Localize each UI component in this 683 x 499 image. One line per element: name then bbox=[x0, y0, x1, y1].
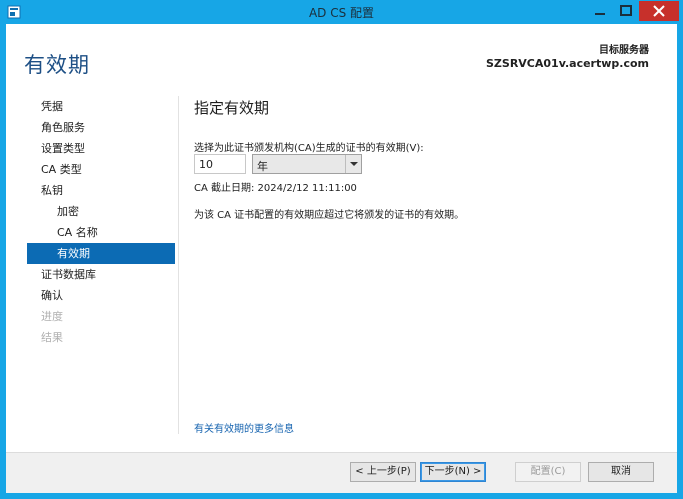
more-info-link[interactable]: 有关有效期的更多信息 bbox=[194, 420, 294, 435]
nav-item-validity-period[interactable]: 有效期 bbox=[27, 243, 175, 264]
window-title: AD CS 配置 bbox=[308, 6, 375, 20]
nav-item-cryptography[interactable]: 加密 bbox=[27, 201, 175, 222]
nav-item-private-key[interactable]: 私钥 bbox=[27, 180, 175, 201]
nav-item-results: 结果 bbox=[41, 331, 63, 344]
cancel-button[interactable]: 取消 bbox=[588, 462, 654, 482]
validity-note: 为该 CA 证书配置的有效期应超过它将颁发的证书的有效期。 bbox=[194, 210, 465, 221]
nav-item-credentials[interactable]: 凭据 bbox=[27, 96, 175, 117]
minimize-button[interactable] bbox=[587, 1, 613, 21]
chevron-down-icon[interactable] bbox=[345, 155, 361, 173]
validity-period-input[interactable] bbox=[194, 154, 246, 174]
maximize-icon bbox=[620, 5, 632, 16]
minimize-icon bbox=[595, 13, 605, 15]
maximize-button[interactable] bbox=[613, 1, 639, 21]
window-frame: AD CS 配置 有效期 目标服务器 SZSRVCA01v.acertwp.co… bbox=[0, 0, 683, 499]
nav-item-ca-name[interactable]: CA 名称 bbox=[27, 222, 175, 243]
validity-unit-select[interactable]: 年 bbox=[252, 154, 362, 174]
ca-expiration-date: CA 截止日期: 2024/2/12 11:11:00 bbox=[194, 183, 357, 194]
nav-item-certificate-database[interactable]: 证书数据库 bbox=[27, 264, 175, 285]
target-server-value: SZSRVCA01v.acertwp.com bbox=[486, 57, 649, 70]
button-bar: < 上一步(P) 下一步(N) > 配置(C) 取消 bbox=[6, 452, 677, 493]
previous-button[interactable]: < 上一步(P) bbox=[350, 462, 416, 482]
dialog-content: 有效期 目标服务器 SZSRVCA01v.acertwp.com 凭据 角色服务… bbox=[6, 24, 677, 493]
validity-prompt: 选择为此证书颁发机构(CA)生成的证书的有效期(V): bbox=[194, 143, 424, 154]
validity-unit-value: 年 bbox=[257, 160, 268, 173]
nav-item-ca-type[interactable]: CA 类型 bbox=[27, 159, 175, 180]
nav-divider bbox=[178, 96, 179, 434]
close-icon bbox=[653, 5, 665, 17]
close-button[interactable] bbox=[639, 1, 679, 21]
nav-item-confirmation[interactable]: 确认 bbox=[27, 285, 175, 306]
section-title: 指定有效期 bbox=[194, 99, 270, 117]
nav-item-role-services[interactable]: 角色服务 bbox=[27, 117, 175, 138]
wizard-nav: 凭据 角色服务 设置类型 CA 类型 私钥 加密 CA 名称 有效期 证书数据库… bbox=[27, 96, 175, 348]
page-title: 有效期 bbox=[24, 53, 90, 77]
nav-item-progress: 进度 bbox=[41, 310, 63, 323]
next-button[interactable]: 下一步(N) > bbox=[420, 462, 486, 482]
target-server-label: 目标服务器 bbox=[599, 45, 649, 56]
nav-item-setup-type[interactable]: 设置类型 bbox=[27, 138, 175, 159]
configure-button: 配置(C) bbox=[515, 462, 581, 482]
title-bar[interactable]: AD CS 配置 bbox=[0, 0, 683, 24]
